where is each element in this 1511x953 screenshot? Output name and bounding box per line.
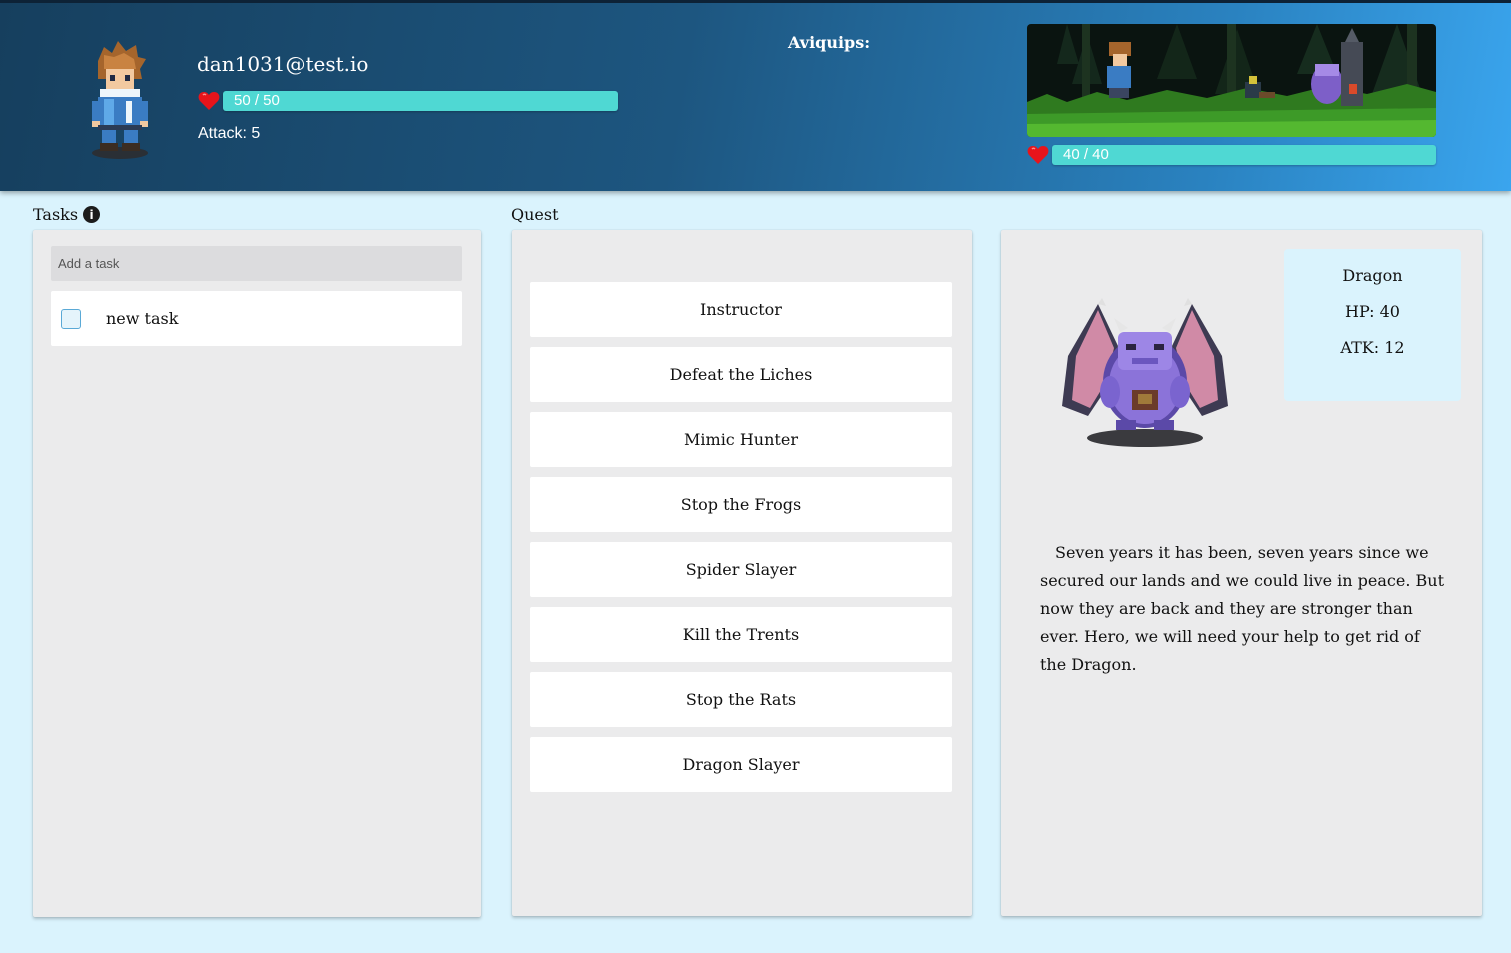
enemy-hp-bar: 40 / 40 — [1052, 145, 1436, 165]
monster-name: Dragon — [1342, 266, 1403, 285]
quest-detail-panel: Dragon HP: 40 ATK: 12 Seven years it has… — [1001, 230, 1482, 916]
dragon-sprite — [1062, 298, 1228, 447]
heart-icon — [198, 92, 220, 110]
task-item[interactable]: new task — [51, 291, 462, 346]
quest-panel: Instructor Defeat the Liches Mimic Hunte… — [512, 230, 972, 916]
monster-stats-card: Dragon HP: 40 ATK: 12 — [1284, 249, 1461, 401]
quest-button-mimic-hunter[interactable]: Mimic Hunter — [530, 412, 952, 467]
player-avatar — [92, 41, 148, 159]
enemy-hp-row: 40 / 40 — [1027, 145, 1436, 165]
quest-heading: Quest — [511, 205, 559, 224]
monster-hp: HP: 40 — [1345, 302, 1400, 321]
player-attack: Attack: 5 — [198, 125, 261, 142]
player-username: dan1031@test.io — [197, 52, 369, 76]
quest-button-stop-the-frogs[interactable]: Stop the Frogs — [530, 477, 952, 532]
quest-button-dragon-slayer[interactable]: Dragon Slayer — [530, 737, 952, 792]
task-label: new task — [106, 309, 179, 328]
monster-attack: ATK: 12 — [1340, 338, 1405, 357]
quest-button-spider-slayer[interactable]: Spider Slayer — [530, 542, 952, 597]
tasks-panel: new task — [33, 230, 481, 917]
add-task-input[interactable] — [51, 246, 462, 281]
quest-description: Seven years it has been, seven years sin… — [1040, 543, 1445, 674]
quest-button-defeat-the-liches[interactable]: Defeat the Liches — [530, 347, 952, 402]
aviquips-label: Aviquips: — [788, 33, 871, 52]
quest-list: Instructor Defeat the Liches Mimic Hunte… — [530, 282, 952, 802]
info-icon[interactable]: i — [83, 206, 101, 223]
quest-button-instructor[interactable]: Instructor — [530, 282, 952, 337]
checkbox-icon[interactable] — [61, 308, 81, 329]
header-bar: dan1031@test.io 50 / 50 Attack: 5 Aviqui… — [0, 0, 1511, 191]
quest-button-stop-the-rats[interactable]: Stop the Rats — [530, 672, 952, 727]
heart-icon — [1027, 146, 1049, 164]
tasks-heading: Tasks i — [33, 205, 101, 224]
battle-scene — [1027, 24, 1436, 137]
player-hp-row: 50 / 50 — [198, 91, 618, 111]
tasks-heading-text: Tasks — [33, 205, 79, 224]
quest-button-kill-the-trents[interactable]: Kill the Trents — [530, 607, 952, 662]
player-hp-bar: 50 / 50 — [223, 91, 618, 111]
